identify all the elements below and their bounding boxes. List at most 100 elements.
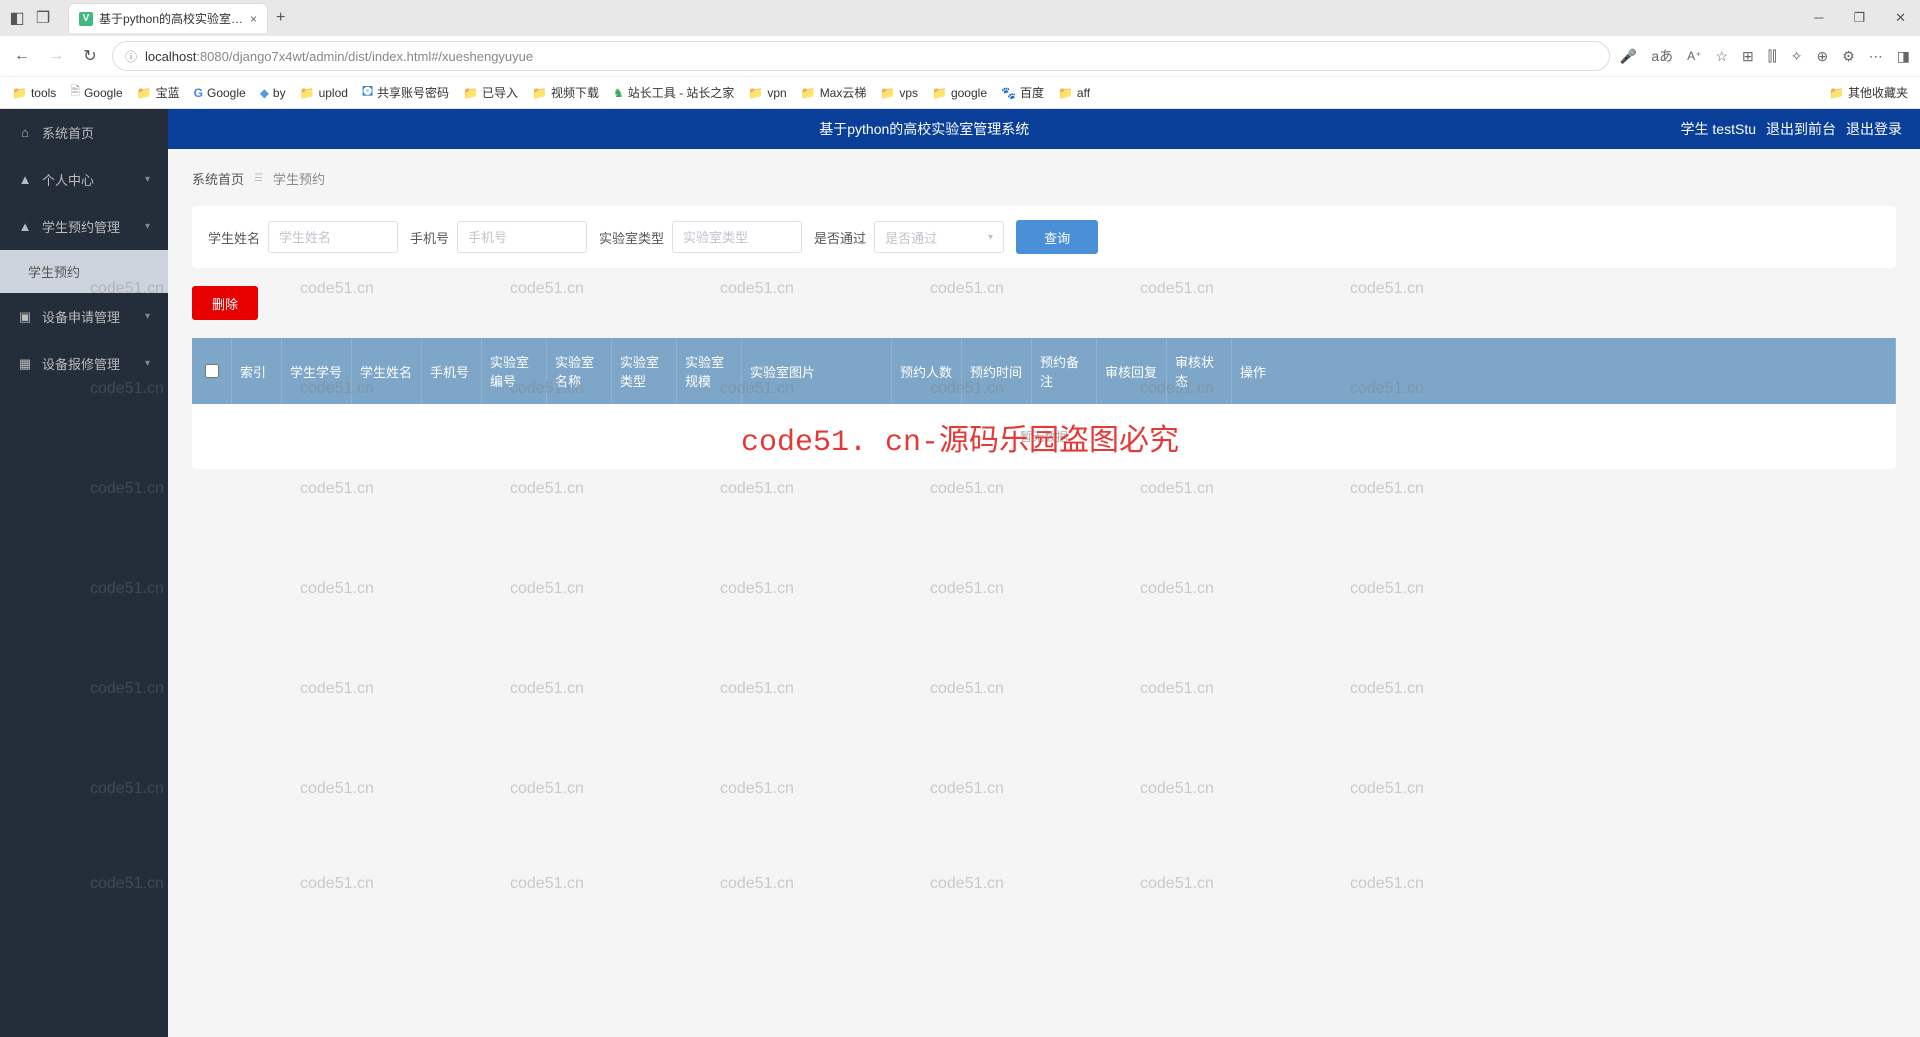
home-icon: ⌂ — [18, 125, 32, 140]
search-phone-label: 手机号 — [410, 228, 449, 247]
browser-tab[interactable]: V 基于python的高校实验室管理系统 × — [68, 3, 268, 33]
tab-copy-icon[interactable]: ❐ — [34, 9, 52, 27]
table-header-row: 索引 学生学号 学生姓名 手机号 实验室编号 实验室名称 实验室类型 实验室规模… — [192, 338, 1896, 404]
th-phone: 手机号 — [422, 338, 482, 404]
sidebar-label: 学生预约管理 — [42, 217, 120, 236]
select-all-checkbox[interactable] — [205, 364, 219, 378]
exit-front-button[interactable]: 退出到前台 — [1766, 119, 1836, 139]
downloads-icon[interactable]: ⊕ — [1816, 48, 1828, 65]
breadcrumb-current: 学生预约 — [273, 169, 325, 188]
other-bookmarks[interactable]: 📁其他收藏夹 — [1829, 84, 1908, 101]
tab-title: 基于python的高校实验室管理系统 — [99, 10, 244, 27]
search-name-input[interactable] — [268, 221, 398, 253]
bookmark-item[interactable]: 🐾百度 — [1001, 84, 1044, 101]
favorites-hub-icon[interactable]: ✧ — [1791, 48, 1803, 65]
google-icon: G — [194, 86, 203, 100]
bookmark-item[interactable]: 📁google — [932, 86, 987, 100]
bookmark-item[interactable]: 🗎Google — [70, 82, 122, 103]
chevron-down-icon: ▾ — [988, 232, 993, 243]
sidebar-item-reservation[interactable]: ▲ 学生预约管理 ▾ — [0, 203, 168, 250]
chevron-down-icon: ▾ — [145, 311, 150, 322]
bookmark-item[interactable]: 📁宝蓝 — [137, 84, 180, 101]
new-tab-button[interactable]: + — [276, 9, 285, 27]
th-student-id: 学生学号 — [282, 338, 352, 404]
bookmark-item[interactable]: 📁uplod — [300, 86, 348, 100]
chevron-down-icon: ▾ — [145, 221, 150, 232]
baidu-icon: 🐾 — [1001, 86, 1016, 100]
sidebar-label: 设备报修管理 — [42, 354, 120, 373]
folder-icon: 📁 — [1829, 86, 1844, 100]
sidebar-item-equipment-apply[interactable]: ▣ 设备申请管理 ▾ — [0, 293, 168, 340]
sidebar-toggle-icon[interactable]: ◨ — [1897, 48, 1910, 65]
app-root: ⌂ 系统首页 ▲ 个人中心 ▾ ▲ 学生预约管理 ▾ 学生预约 ▣ 设备申请管理… — [0, 109, 1920, 1037]
folder-icon: 📁 — [932, 86, 947, 100]
th-reservation-remark: 预约备注 — [1032, 338, 1097, 404]
app-icon[interactable]: ⚙ — [1842, 48, 1855, 65]
bookmark-item[interactable]: 📁视频下载 — [532, 84, 599, 101]
delete-button[interactable]: 删除 — [192, 286, 258, 320]
select-placeholder: 是否通过 — [885, 228, 937, 247]
voice-icon[interactable]: 🎤 — [1620, 48, 1637, 65]
folder-icon: 📁 — [532, 86, 547, 100]
th-review-status: 审核状态 — [1167, 338, 1232, 404]
folder-icon: 📁 — [748, 86, 763, 100]
nav-refresh-icon[interactable]: ↻ — [78, 44, 102, 68]
browser-chrome: ◧ ❐ V 基于python的高校实验室管理系统 × + ─ ❐ ✕ ← → ↻… — [0, 0, 1920, 109]
sidebar: ⌂ 系统首页 ▲ 个人中心 ▾ ▲ 学生预约管理 ▾ 学生预约 ▣ 设备申请管理… — [0, 109, 168, 1037]
favorite-icon[interactable]: ☆ — [1715, 48, 1728, 65]
bookmark-item[interactable]: 📁vps — [880, 86, 918, 100]
search-pass-select[interactable]: 是否通过 ▾ — [874, 221, 1004, 253]
bookmark-item[interactable]: 📁tools — [12, 86, 56, 100]
bookmark-item[interactable]: 📁aff — [1058, 86, 1090, 100]
folder-icon: 📁 — [1058, 86, 1073, 100]
grid-icon: ▦ — [18, 356, 32, 372]
bookmark-item[interactable]: 🖸共享账号密码 — [362, 82, 449, 103]
sidebar-sub-label: 学生预约 — [28, 265, 80, 280]
sidebar-item-home[interactable]: ⌂ 系统首页 — [0, 109, 168, 156]
sidebar-item-equipment-repair[interactable]: ▦ 设备报修管理 ▾ — [0, 340, 168, 387]
bookmark-item[interactable]: ♞站长工具 - 站长之家 — [613, 84, 734, 101]
folder-icon: 📁 — [463, 86, 478, 100]
site-info-icon[interactable]: ⓘ — [125, 48, 137, 65]
tab-close-icon[interactable]: × — [250, 12, 257, 26]
read-aloud-icon[interactable]: A⁺ — [1687, 49, 1701, 63]
logout-button[interactable]: 退出登录 — [1846, 119, 1902, 139]
extension-icon[interactable]: ⊞ — [1742, 48, 1754, 65]
user-label[interactable]: 学生 testStu — [1681, 119, 1756, 139]
nav-forward-icon[interactable]: → — [44, 44, 68, 68]
collections-icon[interactable]: ⫿⫿ — [1768, 48, 1777, 65]
folder-icon: 📁 — [137, 86, 152, 100]
browser-titlebar: ◧ ❐ V 基于python的高校实验室管理系统 × + ─ ❐ ✕ — [0, 0, 1920, 36]
breadcrumb-home[interactable]: 系统首页 — [192, 169, 244, 188]
sidebar-label: 设备申请管理 — [42, 307, 120, 326]
th-operation: 操作 — [1232, 338, 1896, 404]
translate-icon[interactable]: aあ — [1651, 46, 1673, 66]
tab-info-icon[interactable]: ◧ — [8, 9, 26, 27]
search-labtype-input[interactable] — [672, 221, 802, 253]
header-right: 学生 testStu 退出到前台 退出登录 — [1681, 119, 1920, 139]
th-lab-image: 实验室图片 — [742, 338, 892, 404]
nav-back-icon[interactable]: ← — [10, 44, 34, 68]
search-field-phone: 手机号 — [410, 221, 587, 253]
bookmark-item[interactable]: 📁Max云梯 — [801, 84, 867, 101]
search-name-label: 学生姓名 — [208, 228, 260, 247]
window-minimize-icon[interactable]: ─ — [1808, 8, 1829, 28]
sidebar-sub-student-reservation[interactable]: 学生预约 — [0, 250, 168, 293]
query-button[interactable]: 查询 — [1016, 220, 1098, 254]
bookmark-item[interactable]: 📁已导入 — [463, 84, 518, 101]
content: 系统首页 ☰ 学生预约 学生姓名 手机号 实验室类型 是否通过 — [168, 149, 1920, 1037]
folder-icon: 📁 — [801, 86, 816, 100]
more-icon[interactable]: ⋯ — [1869, 48, 1883, 65]
breadcrumb: 系统首页 ☰ 学生预约 — [192, 169, 1896, 188]
address-bar[interactable]: ⓘ localhost:8080/django7x4wt/admin/dist/… — [112, 41, 1610, 71]
bookmark-item[interactable]: GGoogle — [194, 86, 246, 100]
sidebar-item-profile[interactable]: ▲ 个人中心 ▾ — [0, 156, 168, 203]
window-maximize-icon[interactable]: ❐ — [1847, 8, 1871, 28]
search-phone-input[interactable] — [457, 221, 587, 253]
window-close-icon[interactable]: ✕ — [1889, 8, 1912, 28]
bookmark-item[interactable]: ◆by — [260, 86, 286, 100]
addr-host: localhost:8080/django7x4wt/admin/dist/in… — [145, 49, 533, 64]
th-lab-scale: 实验室规模 — [677, 338, 742, 404]
th-reservation-count: 预约人数 — [892, 338, 962, 404]
bookmark-item[interactable]: 📁vpn — [748, 86, 786, 100]
